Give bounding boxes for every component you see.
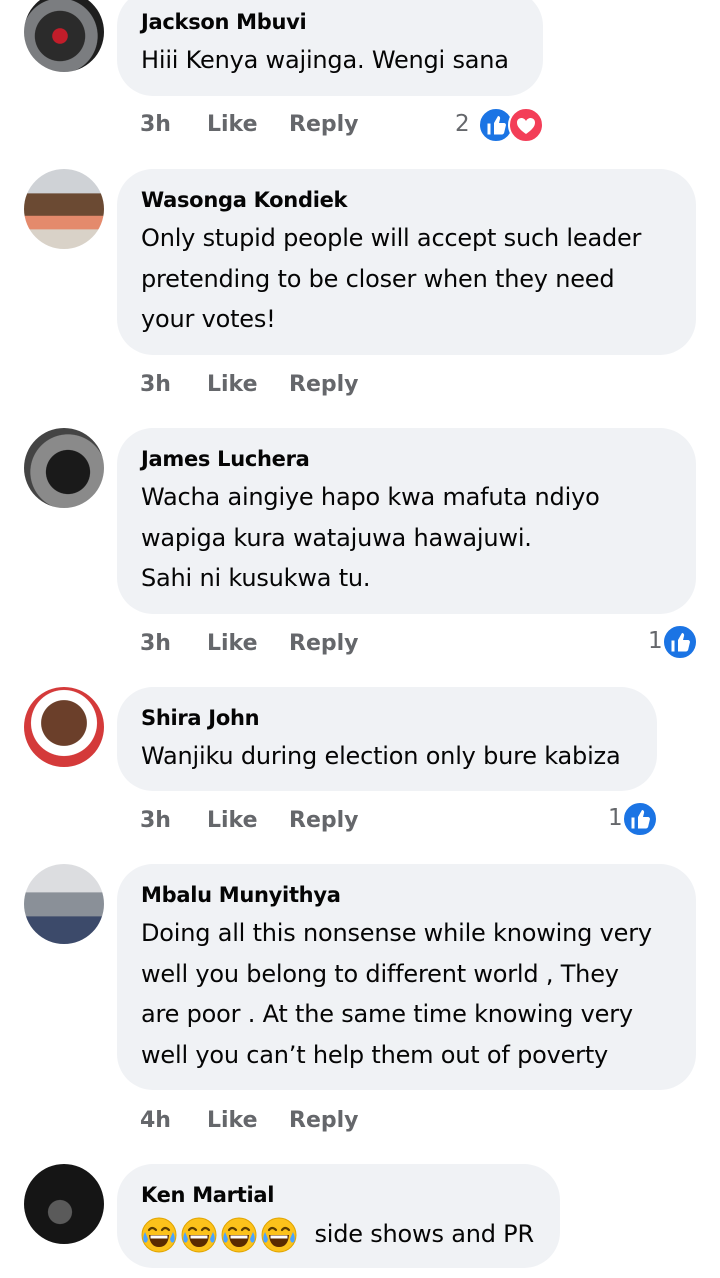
comment-time[interactable]: 3h	[140, 108, 171, 142]
comment-time[interactable]: 3h	[140, 804, 171, 838]
like-button[interactable]: Like	[207, 108, 258, 142]
comment-author[interactable]: Mbalu Munyithya	[141, 880, 672, 910]
comment-bubble: Wasonga Kondiek Only stupid people will …	[117, 169, 696, 355]
laughing-emoji	[181, 1217, 217, 1253]
comment-bubble: Ken Martial side shows and PR	[117, 1164, 560, 1268]
comment-author[interactable]: Wasonga Kondiek	[141, 185, 672, 215]
reaction-count: 2	[455, 111, 470, 137]
reaction-count: 1	[648, 628, 663, 654]
comment-bubble: Shira John Wanjiku during election only …	[117, 687, 657, 791]
comment-text: Doing all this nonsense while knowing ve…	[141, 919, 652, 1069]
emoji-row	[141, 1214, 301, 1255]
reply-button[interactable]: Reply	[289, 108, 359, 142]
avatar[interactable]	[24, 1164, 104, 1244]
avatar[interactable]	[24, 428, 104, 508]
comment-author[interactable]: Ken Martial	[141, 1180, 536, 1210]
comment-text: Only stupid people will accept such lead…	[141, 224, 642, 333]
like-button[interactable]: Like	[207, 368, 258, 402]
comment-author[interactable]: James Luchera	[141, 444, 672, 474]
reply-button[interactable]: Reply	[289, 627, 359, 661]
reaction-summary[interactable]: 1	[608, 801, 658, 837]
laughing-emoji	[261, 1217, 297, 1253]
reply-button[interactable]: Reply	[289, 368, 359, 402]
like-button[interactable]: Like	[207, 804, 258, 838]
reaction-count: 1	[608, 805, 623, 831]
like-icon	[662, 624, 698, 660]
avatar[interactable]	[24, 687, 104, 767]
like-icon	[622, 801, 658, 837]
like-button[interactable]: Like	[207, 627, 258, 661]
comment-text: Hiii Kenya wajinga. Wengi sana	[141, 46, 509, 74]
comment-time[interactable]: 3h	[140, 627, 171, 661]
laughing-emoji	[141, 1217, 177, 1253]
comment-time[interactable]: 4h	[140, 1104, 171, 1138]
comment-text: Wanjiku during election only bure kabiza	[141, 742, 621, 770]
comment-text-content: side shows and PR	[314, 1219, 534, 1248]
avatar[interactable]	[24, 0, 104, 72]
reaction-summary[interactable]: 2	[455, 107, 545, 143]
comment-bubble: James Luchera Wacha aingiye hapo kwa maf…	[117, 428, 696, 614]
comment-time[interactable]: 3h	[140, 368, 171, 402]
reply-button[interactable]: Reply	[289, 804, 359, 838]
laughing-emoji	[221, 1217, 257, 1253]
comment-author[interactable]: Shira John	[141, 703, 633, 733]
comment-text: side shows and PR	[141, 1213, 536, 1254]
comment-author[interactable]: Jackson Mbuvi	[141, 7, 519, 37]
reply-button[interactable]: Reply	[289, 1104, 359, 1138]
reaction-summary[interactable]: 1	[648, 624, 698, 660]
avatar[interactable]	[24, 169, 104, 249]
like-button[interactable]: Like	[207, 1104, 258, 1138]
love-icon	[508, 107, 544, 143]
avatar[interactable]	[24, 864, 104, 944]
comment-text: Wacha aingiye hapo kwa mafuta ndiyo wapi…	[141, 483, 600, 592]
comment-bubble: Jackson Mbuvi Hiii Kenya wajinga. Wengi …	[117, 0, 543, 96]
comment-bubble: Mbalu Munyithya Doing all this nonsense …	[117, 864, 696, 1090]
